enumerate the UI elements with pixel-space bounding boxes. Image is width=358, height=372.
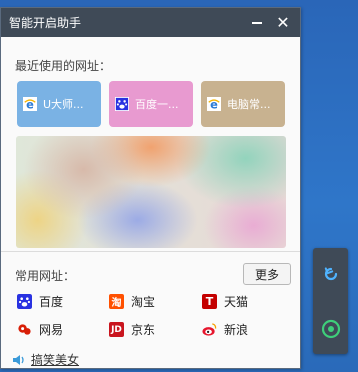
tmall-icon: T — [202, 294, 217, 309]
title-bar[interactable]: 智能开启助手 ✕ — [1, 8, 300, 37]
footer: 搞笑美女 — [11, 351, 79, 368]
recent-tile-1[interactable]: e U大师... — [17, 81, 101, 127]
smart-open-assistant-window: 智能开启助手 ✕ 最近使用的网址： e U大师... 百度一... e 电脑常.… — [0, 7, 301, 369]
floating-side-panel — [313, 248, 348, 354]
refresh-icon[interactable] — [321, 264, 341, 284]
site-link-sina[interactable]: 新浪 — [202, 321, 248, 338]
site-label: 淘宝 — [131, 295, 156, 309]
recent-sites-title: 最近使用的网址： — [15, 59, 112, 73]
speaker-icon — [13, 354, 24, 365]
site-label: 新浪 — [224, 323, 249, 337]
common-sites-title: 常用网址： — [15, 269, 76, 283]
more-button[interactable]: 更多 — [243, 263, 291, 285]
jd-icon: JD — [109, 322, 124, 337]
section-divider — [1, 251, 300, 252]
site-label: 天猫 — [224, 295, 249, 309]
ie-icon: e — [23, 97, 37, 111]
site-label: 百度 — [39, 295, 64, 309]
site-link-taobao[interactable]: 淘 淘宝 — [109, 293, 155, 310]
ie-icon: e — [207, 97, 221, 111]
funny-beauty-link[interactable]: 搞笑美女 — [31, 351, 79, 368]
recent-tile-2[interactable]: 百度一... — [109, 81, 193, 127]
baidu-paw-icon — [17, 294, 32, 309]
minimize-button[interactable] — [248, 14, 266, 32]
site-link-tmall[interactable]: T 天猫 — [202, 293, 248, 310]
netease-icon — [18, 324, 31, 335]
site-link-jd[interactable]: JD 京东 — [109, 321, 155, 338]
close-button[interactable]: ✕ — [274, 14, 292, 32]
site-label: 网易 — [39, 323, 64, 337]
recent-tile-3[interactable]: e 电脑常... — [201, 81, 285, 127]
taobao-icon: 淘 — [109, 294, 124, 309]
recent-tile-label: 电脑常... — [227, 98, 271, 111]
recent-sites-list: e U大师... 百度一... e 电脑常... — [17, 81, 293, 127]
site-link-netease[interactable]: 网易 — [17, 321, 63, 338]
recent-tile-label: U大师... — [43, 98, 84, 111]
recent-tile-label: 百度一... — [135, 98, 179, 111]
site-label: 京东 — [131, 323, 156, 337]
close-icon: ✕ — [276, 12, 290, 32]
blurred-banner-image[interactable] — [16, 136, 286, 248]
power-icon[interactable] — [321, 319, 341, 339]
minimize-icon — [252, 21, 262, 24]
window-title: 智能开启助手 — [9, 16, 82, 30]
site-link-baidu[interactable]: 百度 — [17, 293, 63, 310]
baidu-paw-icon — [115, 97, 129, 111]
sina-weibo-icon — [202, 323, 217, 336]
